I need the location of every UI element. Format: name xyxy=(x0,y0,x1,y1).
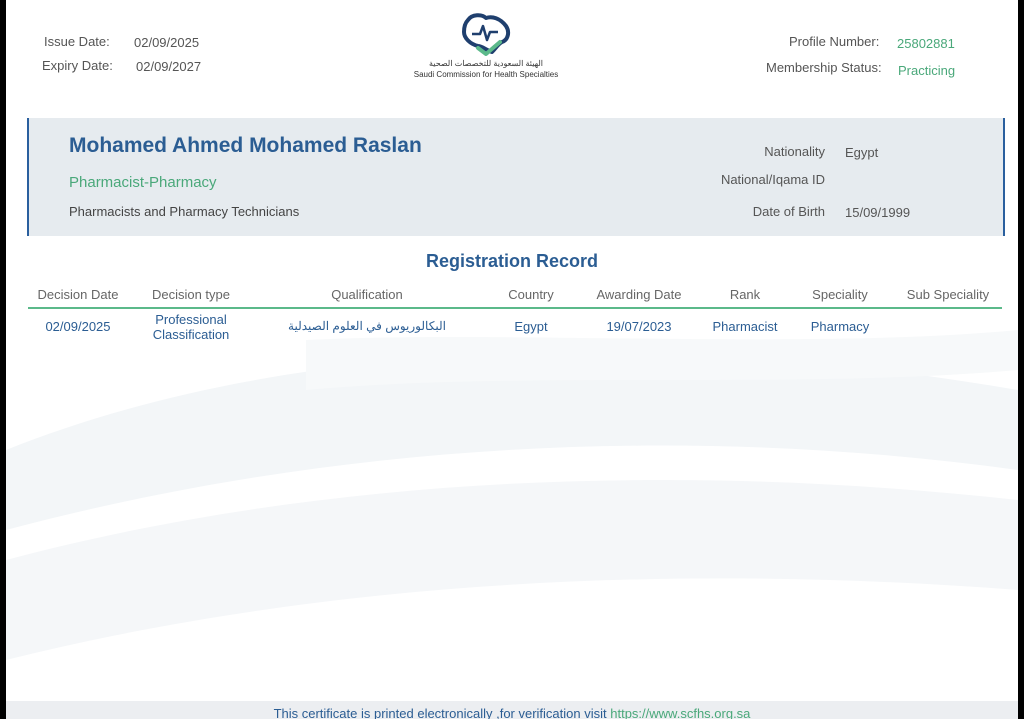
col-awarding-date: Awarding Date xyxy=(596,287,682,302)
col-decision-type: Decision type xyxy=(151,287,231,302)
logo-english-text: Saudi Commission for Health Specialties xyxy=(413,70,559,79)
logo-arabic-text: الهيئة السعودية للتخصصات الصحية xyxy=(429,59,543,68)
membership-status-label: Membership Status: xyxy=(766,60,882,75)
membership-status-value: Practicing xyxy=(898,63,956,78)
expiry-date-value: 02/09/2027 xyxy=(136,59,202,74)
watermark-waves xyxy=(6,330,1018,660)
date-of-birth-value: 15/09/1999 xyxy=(845,205,911,220)
cell-decision-date: 02/09/2025 xyxy=(45,319,111,334)
practitioner-category: Pharmacists and Pharmacy Technicians xyxy=(69,204,300,219)
scfhs-emblem-icon xyxy=(462,13,511,56)
profile-number-value: 25802881 xyxy=(897,36,955,51)
col-sub-speciality: Sub Speciality xyxy=(906,287,990,302)
nationality-value: Egypt xyxy=(845,145,879,160)
cell-rank: Pharmacist xyxy=(712,319,778,334)
national-id-label: National/Iqama ID xyxy=(720,172,825,187)
practitioner-title: Pharmacist-Pharmacy xyxy=(69,174,217,191)
footer-text: This certificate is printed electronical… xyxy=(273,706,607,719)
profile-panel: Mohamed Ahmed Mohamed Raslan Pharmacist-… xyxy=(27,118,1005,236)
cell-decision-type-line1: Professional xyxy=(155,312,227,327)
issue-date-label: Issue Date: xyxy=(44,34,110,49)
expiry-date-label: Expiry Date: xyxy=(42,58,113,73)
profile-number-label: Profile Number: xyxy=(789,34,880,49)
cell-country: Egypt xyxy=(514,319,548,334)
col-decision-date: Decision Date xyxy=(37,287,119,302)
cell-decision-type: Professional Classification xyxy=(141,312,241,342)
cell-speciality: Pharmacy xyxy=(810,319,870,334)
scfhs-logo: الهيئة السعودية للتخصصات الصحية Saudi Co… xyxy=(406,10,566,85)
practitioner-name: Mohamed Ahmed Mohamed Raslan xyxy=(69,134,422,157)
cell-decision-type-line2: Classification xyxy=(152,327,230,342)
col-country: Country xyxy=(508,287,554,302)
cell-awarding-date: 19/07/2023 xyxy=(606,319,672,334)
verification-link[interactable]: https://www.scfhs.org.sa xyxy=(610,706,750,719)
cell-qualification: البكالوريوس في العلوم الصيدلية xyxy=(288,319,446,333)
verification-footer: This certificate is printed electronical… xyxy=(6,701,1018,719)
certificate-page: Issue Date: 02/09/2025 Expiry Date: 02/0… xyxy=(6,0,1018,719)
date-of-birth-label: Date of Birth xyxy=(752,204,825,219)
issue-date-value: 02/09/2025 xyxy=(134,35,200,50)
table-header-rule xyxy=(28,307,1002,309)
col-rank: Rank xyxy=(729,287,761,302)
col-speciality: Speciality xyxy=(812,287,868,302)
registration-record-title: Registration Record xyxy=(425,251,599,271)
col-qualification: Qualification xyxy=(331,287,403,302)
nationality-label: Nationality xyxy=(764,144,825,159)
